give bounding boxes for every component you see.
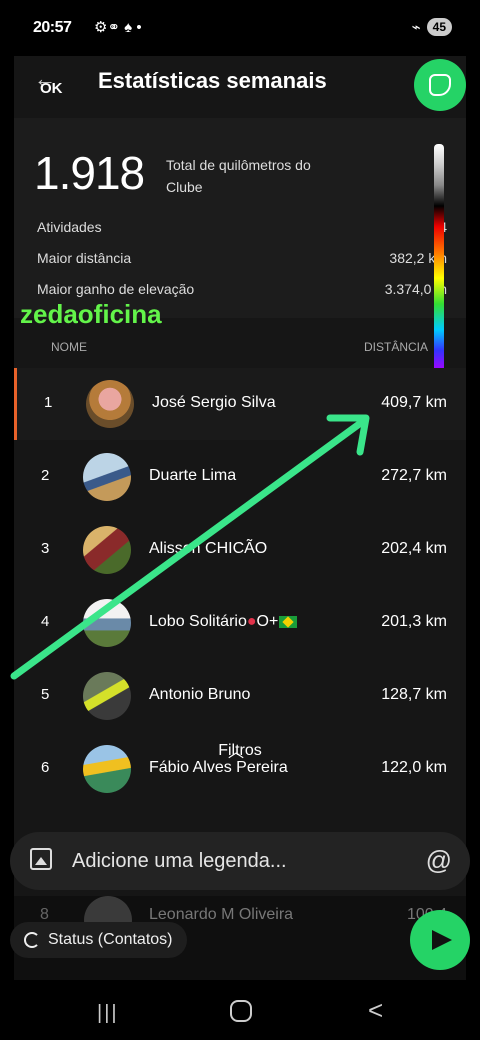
leaderboard-header: NOME DISTÂNCIA xyxy=(14,340,466,368)
status-audience-label: Status (Contatos) xyxy=(48,931,173,948)
athlete-name: Lobo Solitário●O+ xyxy=(149,613,298,631)
athlete-name: José Sergio Silva xyxy=(152,394,276,411)
rank: 6 xyxy=(41,759,50,776)
athlete-name: Duarte Lima xyxy=(149,467,237,484)
athlete-name: Fábio Alves Pereira xyxy=(149,759,288,776)
leaderboard-row[interactable]: 1 José Sergio Silva 409,7 km xyxy=(14,368,466,440)
notification-icons: ⚙⚭ ♠ • xyxy=(94,19,142,36)
send-icon xyxy=(432,930,452,950)
avatar xyxy=(83,599,131,647)
status-audience-button[interactable]: Status (Contatos) xyxy=(10,922,187,958)
stat-label: Maior distância xyxy=(37,250,132,266)
stat-label: Atividades xyxy=(37,219,102,235)
rank: 2 xyxy=(41,467,50,484)
battery-indicator: 45 xyxy=(426,18,452,36)
system-nav-bar: ||| < xyxy=(0,980,480,1040)
stat-longest: Maior distância 382,2 km xyxy=(37,250,447,266)
rank: 3 xyxy=(41,540,50,557)
status-right: ⌁ 45 xyxy=(412,18,452,36)
avatar xyxy=(83,672,131,720)
avatar xyxy=(83,526,131,574)
club-summary: 1.918 Total de quilômetros do Clube Ativ… xyxy=(14,118,466,318)
rank: 1 xyxy=(44,394,53,411)
rank: 5 xyxy=(41,686,50,703)
stat-label: Maior ganho de elevação xyxy=(37,281,195,297)
wifi-icon: ⌁ xyxy=(411,19,421,36)
leaderboard-row[interactable]: 4 Lobo Solitário●O+ 201,3 km xyxy=(14,587,466,659)
caption-input[interactable]: Adicione uma legenda... @ xyxy=(10,832,470,890)
app-top-bar: ← OK Estatísticas semanais xyxy=(14,56,466,118)
leaderboard-row[interactable]: 2 Duarte Lima 272,7 km xyxy=(14,441,466,513)
athlete-distance: 128,7 km xyxy=(381,686,447,703)
add-image-icon[interactable] xyxy=(30,848,52,870)
athlete-name: Alisson CHICÃO xyxy=(149,540,268,557)
blood-type: O+ xyxy=(256,613,279,630)
leaderboard-row[interactable]: 3 Alisson CHICÃO 202,4 km xyxy=(14,514,466,586)
total-km-label: Total de quilômetros do Clube xyxy=(166,157,311,195)
name-text: Lobo Solitário xyxy=(149,613,247,630)
strava-screenshot: ← OK Estatísticas semanais 1.918 Total d… xyxy=(14,56,466,916)
total-km-value: 1.918 xyxy=(34,147,145,199)
rank: 4 xyxy=(41,613,50,630)
mention-icon[interactable]: @ xyxy=(426,845,452,876)
athlete-distance: 409,7 km xyxy=(381,394,447,411)
athlete-distance: 201,3 km xyxy=(381,613,447,630)
recent-apps-icon[interactable]: ||| xyxy=(97,1002,119,1025)
caption-placeholder[interactable]: Adicione uma legenda... xyxy=(72,850,287,873)
status-icon xyxy=(24,932,40,948)
avatar xyxy=(86,380,134,428)
send-button[interactable] xyxy=(410,910,470,970)
athlete-name: Antonio Bruno xyxy=(149,686,251,703)
filters-label[interactable]: Filtros xyxy=(14,742,466,760)
watermark-text: zedaoficina xyxy=(20,299,162,329)
stat-elevation: Maior ganho de elevação 3.374,0 m xyxy=(37,281,447,297)
leaderboard-row[interactable]: 5 Antonio Bruno 128,7 km xyxy=(14,660,466,732)
brazil-flag-icon xyxy=(279,615,298,628)
back-icon[interactable]: < xyxy=(368,995,383,1026)
stat-activities: Atividades 4 xyxy=(37,219,447,235)
status-time: 20:57 xyxy=(33,19,72,36)
sticker-icon xyxy=(429,74,451,96)
ok-button[interactable]: OK xyxy=(40,80,63,97)
blood-drop-icon: ● xyxy=(246,613,257,630)
col-name: NOME xyxy=(51,340,87,354)
page-title: Estatísticas semanais xyxy=(98,68,327,93)
system-status-bar: 20:57 ⚙⚭ ♠ • ⌁ 45 xyxy=(0,0,480,56)
home-icon[interactable] xyxy=(230,1000,252,1022)
col-distance: DISTÂNCIA xyxy=(363,340,428,354)
athlete-distance: 272,7 km xyxy=(381,467,447,484)
athlete-distance: 122,0 km xyxy=(381,759,447,776)
sticker-button[interactable] xyxy=(414,59,466,111)
athlete-distance: 202,4 km xyxy=(381,540,447,557)
avatar xyxy=(83,453,131,501)
